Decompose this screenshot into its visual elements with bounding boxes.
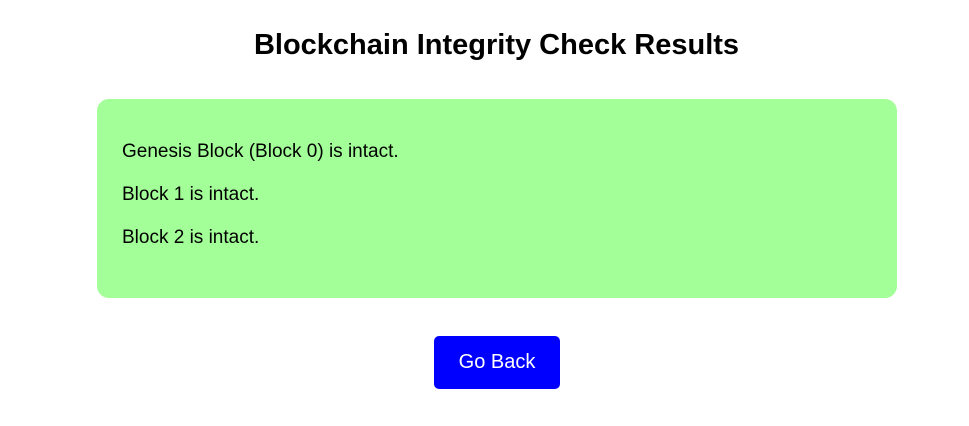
result-genesis-block: Genesis Block (Block 0) is intact. [122, 141, 399, 162]
go-back-button[interactable]: Go Back [434, 336, 560, 389]
result-block-1: Block 1 is intact. [122, 184, 260, 205]
results-panel: Genesis Block (Block 0) is intact. Block… [97, 99, 897, 298]
result-block-2: Block 2 is intact. [122, 227, 260, 248]
page-title: Blockchain Integrity Check Results [253, 29, 740, 61]
